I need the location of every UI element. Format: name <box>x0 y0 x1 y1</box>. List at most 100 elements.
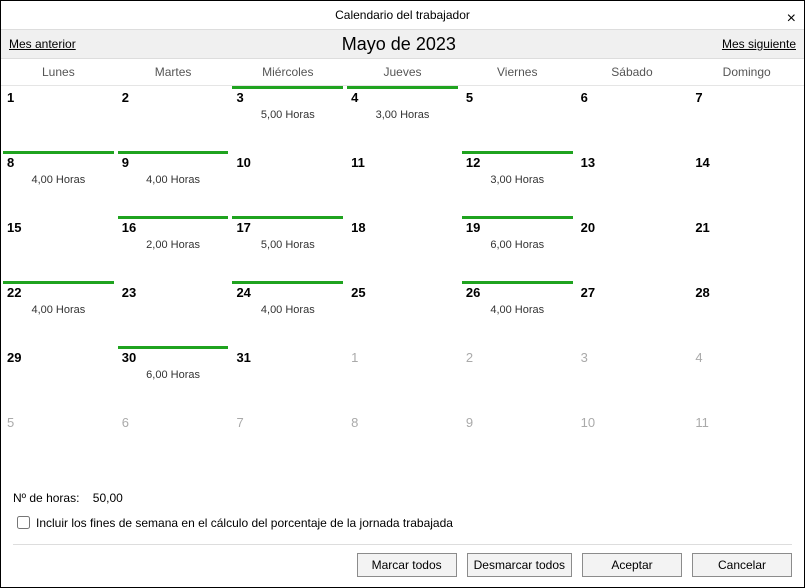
day-marker <box>118 346 229 349</box>
day-cell[interactable]: 244,00 Horas <box>230 281 345 346</box>
unmark-all-button[interactable]: Desmarcar todos <box>467 553 572 577</box>
weekday-3: Jueves <box>345 59 460 85</box>
weekday-0: Lunes <box>1 59 116 85</box>
weekday-5: Sábado <box>575 59 690 85</box>
day-number: 3 <box>581 350 684 365</box>
day-cell[interactable]: 175,00 Horas <box>230 216 345 281</box>
close-icon[interactable]: × <box>787 5 796 33</box>
day-marker <box>462 151 573 154</box>
day-cell[interactable]: 7 <box>689 86 804 151</box>
day-cell[interactable]: 94,00 Horas <box>116 151 231 216</box>
day-marker <box>3 281 114 284</box>
day-cell[interactable]: 11 <box>689 411 804 476</box>
day-cell[interactable]: 2 <box>460 346 575 411</box>
day-cell[interactable]: 31 <box>230 346 345 411</box>
week-row: 1235,00 Horas43,00 Horas 567 <box>1 86 804 151</box>
day-cell[interactable]: 306,00 Horas <box>116 346 231 411</box>
weekday-4: Viernes <box>460 59 575 85</box>
day-number: 28 <box>695 285 798 300</box>
day-number: 19 <box>466 220 569 235</box>
day-cell[interactable]: 11 <box>345 151 460 216</box>
day-cell[interactable]: 1 <box>345 346 460 411</box>
day-hours: 4,00 Horas <box>236 304 339 316</box>
day-number: 26 <box>466 285 569 300</box>
prev-month-link[interactable]: Mes anterior <box>9 37 76 51</box>
day-cell[interactable]: 25 <box>345 281 460 346</box>
day-number: 2 <box>466 350 569 365</box>
day-cell[interactable]: 4 <box>689 346 804 411</box>
day-cell[interactable]: 9 <box>460 411 575 476</box>
day-number: 12 <box>466 155 569 170</box>
day-number: 15 <box>7 220 110 235</box>
day-cell[interactable]: 3 <box>575 346 690 411</box>
button-row: Marcar todos Desmarcar todos Aceptar Can… <box>13 544 792 577</box>
day-cell[interactable]: 6 <box>575 86 690 151</box>
day-marker <box>347 86 458 89</box>
weekday-1: Martes <box>116 59 231 85</box>
day-cell[interactable]: 123,00 Horas <box>460 151 575 216</box>
day-cell[interactable]: 21 <box>689 216 804 281</box>
cancel-button[interactable]: Cancelar <box>692 553 792 577</box>
day-cell[interactable]: 29 <box>1 346 116 411</box>
day-marker <box>3 151 114 154</box>
day-number: 16 <box>122 220 225 235</box>
day-cell[interactable]: 224,00 Horas <box>1 281 116 346</box>
day-cell[interactable]: 162,00 Horas <box>116 216 231 281</box>
day-marker <box>462 281 573 284</box>
day-number: 13 <box>581 155 684 170</box>
day-number: 6 <box>122 415 225 430</box>
day-cell[interactable]: 23 <box>116 281 231 346</box>
day-hours: 3,00 Horas <box>351 109 454 121</box>
week-row: 224,00 Horas 23 244,00 Horas 25 26 4,00 Horas… <box>1 281 804 346</box>
day-cell[interactable]: 26 4,00 Horas <box>460 281 575 346</box>
day-cell[interactable]: 18 <box>345 216 460 281</box>
day-cell[interactable]: 8 <box>345 411 460 476</box>
day-cell[interactable]: 10 <box>575 411 690 476</box>
day-number: 11 <box>695 415 798 430</box>
day-cell[interactable]: 5 <box>1 411 116 476</box>
day-number: 27 <box>581 285 684 300</box>
day-cell[interactable]: 14 <box>689 151 804 216</box>
day-number: 10 <box>581 415 684 430</box>
day-number: 9 <box>466 415 569 430</box>
day-cell[interactable]: 196,00 Horas <box>460 216 575 281</box>
day-cell[interactable]: 28 <box>689 281 804 346</box>
day-number: 5 <box>466 90 569 105</box>
day-cell[interactable]: 43,00 Horas <box>345 86 460 151</box>
day-cell[interactable]: 84,00 Horas <box>1 151 116 216</box>
total-hours-row: Nº de horas: 50,00 <box>13 491 792 505</box>
calendar-grid: 1235,00 Horas43,00 Horas56784,00 Horas94… <box>1 86 804 476</box>
day-number: 14 <box>695 155 798 170</box>
day-cell[interactable]: 7 <box>230 411 345 476</box>
include-weekends-checkbox[interactable] <box>17 516 30 529</box>
day-number: 4 <box>695 350 798 365</box>
accept-button[interactable]: Aceptar <box>582 553 682 577</box>
footer: Nº de horas: 50,00 Incluir los fines de … <box>1 481 804 587</box>
day-cell[interactable]: 2 <box>116 86 231 151</box>
day-cell[interactable]: 15 <box>1 216 116 281</box>
day-cell[interactable]: 20 <box>575 216 690 281</box>
day-hours: 4,00 Horas <box>466 304 569 316</box>
day-cell[interactable]: 6 <box>116 411 231 476</box>
include-weekends-row[interactable]: Incluir los fines de semana en el cálcul… <box>13 513 792 532</box>
day-number: 29 <box>7 350 110 365</box>
day-cell[interactable]: 10 <box>230 151 345 216</box>
mark-all-button[interactable]: Marcar todos <box>357 553 457 577</box>
day-number: 23 <box>122 285 225 300</box>
day-number: 8 <box>7 155 110 170</box>
day-cell[interactable]: 27 <box>575 281 690 346</box>
day-number: 17 <box>236 220 339 235</box>
day-hours: 6,00 Horas <box>122 369 225 381</box>
day-cell[interactable]: 5 <box>460 86 575 151</box>
day-cell[interactable]: 1 <box>1 86 116 151</box>
next-month-link[interactable]: Mes siguiente <box>722 37 796 51</box>
window-title: Calendario del trabajador <box>335 8 470 22</box>
total-hours-value: 50,00 <box>93 491 123 505</box>
day-number: 20 <box>581 220 684 235</box>
day-number: 7 <box>695 90 798 105</box>
day-number: 5 <box>7 415 110 430</box>
day-hours: 4,00 Horas <box>7 304 110 316</box>
day-number: 25 <box>351 285 454 300</box>
day-cell[interactable]: 13 <box>575 151 690 216</box>
day-cell[interactable]: 35,00 Horas <box>230 86 345 151</box>
